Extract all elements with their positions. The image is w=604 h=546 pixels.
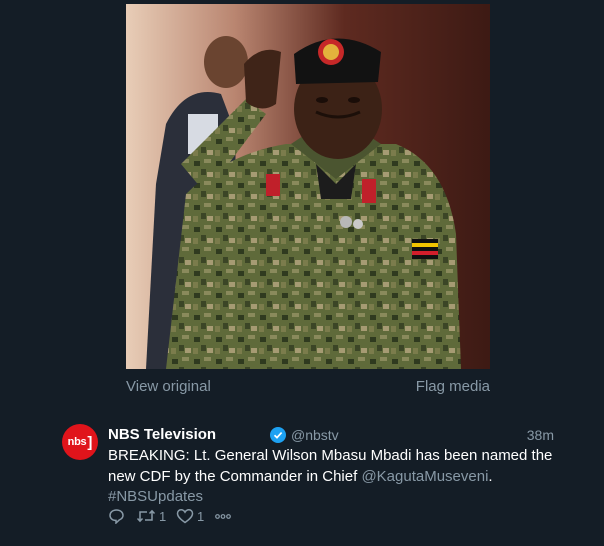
media-links-bar: View original Flag media <box>126 378 490 398</box>
more-dots-icon <box>215 514 231 519</box>
nbs-logo-bracket-icon: ] <box>87 433 93 451</box>
nbs-logo-text: nbs <box>67 436 87 448</box>
hashtag-link[interactable]: #NBSUpdates <box>108 488 203 505</box>
like-button[interactable]: 1 <box>176 508 204 524</box>
tweet-media-photo[interactable] <box>126 4 490 369</box>
view-original-link[interactable]: View original <box>126 378 211 395</box>
tweet-text: BREAKING: Lt. General Wilson Mbasu Mbadi… <box>108 446 554 508</box>
tweet[interactable]: nbs] NBS Television @nbstv 38m BREAKING:… <box>62 424 562 534</box>
heart-icon <box>176 509 194 524</box>
mention-link[interactable]: @KagutaMuseveni <box>361 468 488 485</box>
display-name[interactable]: NBS Television <box>108 426 216 443</box>
reply-icon <box>109 509 124 524</box>
tweet-header: NBS Television @nbstv 38m <box>108 426 554 446</box>
verified-badge-icon <box>270 427 286 443</box>
avatar[interactable]: nbs] <box>62 424 98 460</box>
like-count: 1 <box>197 508 205 524</box>
tweet-timestamp[interactable]: 38m <box>527 427 554 443</box>
retweet-button[interactable]: 1 <box>136 508 166 524</box>
tweet-text-end: . <box>488 467 493 485</box>
retweet-icon <box>136 509 156 523</box>
more-options-button[interactable] <box>214 508 232 524</box>
retweet-count: 1 <box>159 508 167 524</box>
user-handle[interactable]: @nbstv <box>291 427 339 443</box>
flag-media-link[interactable]: Flag media <box>416 378 490 395</box>
reply-button[interactable] <box>108 508 128 524</box>
soldier-saluting-photo <box>126 4 490 369</box>
